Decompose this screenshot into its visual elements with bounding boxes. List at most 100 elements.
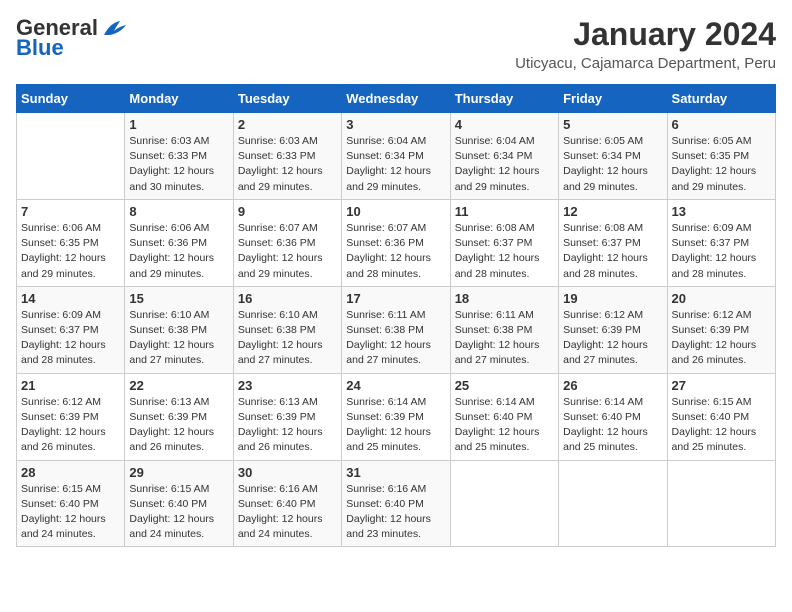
day-info: Sunrise: 6:04 AM Sunset: 6:34 PM Dayligh… [346, 134, 445, 195]
calendar-cell: 12 Sunrise: 6:08 AM Sunset: 6:37 PM Dayli… [559, 199, 667, 286]
logo: General Blue [16, 16, 128, 60]
calendar-cell: 9 Sunrise: 6:07 AM Sunset: 6:36 PM Daylig… [233, 199, 341, 286]
calendar-cell: 25Sunrise: 6:14 AM Sunset: 6:40 PM Dayli… [450, 373, 558, 460]
day-info: Sunrise: 6:12 AM Sunset: 6:39 PM Dayligh… [21, 395, 120, 456]
calendar-cell: 19 Sunrise: 6:12 AM Sunset: 6:39 PM Dayli… [559, 286, 667, 373]
day-number: 3 [346, 117, 445, 132]
day-info: Sunrise: 6:10 AM Sunset: 6:38 PM Dayligh… [129, 308, 228, 369]
day-info: Sunrise: 6:04 AM Sunset: 6:34 PM Dayligh… [455, 134, 554, 195]
day-info: Sunrise: 6:15 AM Sunset: 6:40 PM Dayligh… [21, 482, 120, 543]
week-row-1: 1 Sunrise: 6:03 AM Sunset: 6:33 PM Daylig… [17, 113, 776, 200]
day-info: Sunrise: 6:06 AM Sunset: 6:35 PM Dayligh… [21, 221, 120, 282]
day-info: Sunrise: 6:06 AM Sunset: 6:36 PM Dayligh… [129, 221, 228, 282]
subtitle: Uticyacu, Cajamarca Department, Peru [515, 55, 776, 72]
title-area: January 2024 Uticyacu, Cajamarca Departm… [515, 16, 776, 72]
calendar-header-row: SundayMondayTuesdayWednesdayThursdayFrid… [17, 85, 776, 113]
day-info: Sunrise: 6:14 AM Sunset: 6:39 PM Dayligh… [346, 395, 445, 456]
calendar-cell: 30 Sunrise: 6:16 AM Sunset: 6:40 PM Dayli… [233, 460, 341, 547]
day-number: 1 [129, 117, 228, 132]
day-info: Sunrise: 6:08 AM Sunset: 6:37 PM Dayligh… [563, 221, 662, 282]
day-number: 15 [129, 291, 228, 306]
day-number: 28 [21, 465, 120, 480]
day-info: Sunrise: 6:13 AM Sunset: 6:39 PM Dayligh… [238, 395, 337, 456]
logo-blue: Blue [16, 36, 64, 60]
calendar-cell: 29Sunrise: 6:15 AM Sunset: 6:40 PM Dayli… [125, 460, 233, 547]
day-number: 17 [346, 291, 445, 306]
week-row-4: 21 Sunrise: 6:12 AM Sunset: 6:39 PM Dayli… [17, 373, 776, 460]
calendar-cell: 24 Sunrise: 6:14 AM Sunset: 6:39 PM Dayli… [342, 373, 450, 460]
day-info: Sunrise: 6:07 AM Sunset: 6:36 PM Dayligh… [346, 221, 445, 282]
logo-bird-icon [100, 17, 128, 39]
day-number: 30 [238, 465, 337, 480]
day-number: 6 [672, 117, 771, 132]
day-number: 24 [346, 378, 445, 393]
day-number: 16 [238, 291, 337, 306]
calendar-cell: 17 Sunrise: 6:11 AM Sunset: 6:38 PM Dayli… [342, 286, 450, 373]
day-number: 5 [563, 117, 662, 132]
day-info: Sunrise: 6:09 AM Sunset: 6:37 PM Dayligh… [672, 221, 771, 282]
day-number: 27 [672, 378, 771, 393]
day-info: Sunrise: 6:09 AM Sunset: 6:37 PM Dayligh… [21, 308, 120, 369]
day-info: Sunrise: 6:11 AM Sunset: 6:38 PM Dayligh… [346, 308, 445, 369]
day-info: Sunrise: 6:16 AM Sunset: 6:40 PM Dayligh… [238, 482, 337, 543]
day-number: 29 [129, 465, 228, 480]
column-header-sunday: Sunday [17, 85, 125, 113]
calendar-cell: 22Sunrise: 6:13 AM Sunset: 6:39 PM Dayli… [125, 373, 233, 460]
column-header-monday: Monday [125, 85, 233, 113]
day-number: 20 [672, 291, 771, 306]
calendar-cell: 2 Sunrise: 6:03 AM Sunset: 6:33 PM Daylig… [233, 113, 341, 200]
calendar-cell: 21 Sunrise: 6:12 AM Sunset: 6:39 PM Dayli… [17, 373, 125, 460]
header: General Blue January 2024 Uticyacu, Caja… [16, 16, 776, 72]
day-number: 31 [346, 465, 445, 480]
day-info: Sunrise: 6:05 AM Sunset: 6:35 PM Dayligh… [672, 134, 771, 195]
day-info: Sunrise: 6:14 AM Sunset: 6:40 PM Dayligh… [563, 395, 662, 456]
day-number: 21 [21, 378, 120, 393]
day-info: Sunrise: 6:11 AM Sunset: 6:38 PM Dayligh… [455, 308, 554, 369]
column-header-wednesday: Wednesday [342, 85, 450, 113]
calendar-cell: 6 Sunrise: 6:05 AM Sunset: 6:35 PM Daylig… [667, 113, 775, 200]
day-number: 11 [455, 204, 554, 219]
calendar-cell: 10 Sunrise: 6:07 AM Sunset: 6:36 PM Dayli… [342, 199, 450, 286]
day-number: 9 [238, 204, 337, 219]
day-info: Sunrise: 6:03 AM Sunset: 6:33 PM Dayligh… [238, 134, 337, 195]
calendar-cell: 20 Sunrise: 6:12 AM Sunset: 6:39 PM Dayli… [667, 286, 775, 373]
day-number: 23 [238, 378, 337, 393]
day-number: 12 [563, 204, 662, 219]
calendar-cell [559, 460, 667, 547]
day-info: Sunrise: 6:05 AM Sunset: 6:34 PM Dayligh… [563, 134, 662, 195]
calendar-cell: 28 Sunrise: 6:15 AM Sunset: 6:40 PM Dayli… [17, 460, 125, 547]
day-number: 2 [238, 117, 337, 132]
day-number: 7 [21, 204, 120, 219]
week-row-3: 14Sunrise: 6:09 AM Sunset: 6:37 PM Dayli… [17, 286, 776, 373]
day-info: Sunrise: 6:13 AM Sunset: 6:39 PM Dayligh… [129, 395, 228, 456]
calendar-cell: 1Sunrise: 6:03 AM Sunset: 6:33 PM Daylig… [125, 113, 233, 200]
calendar-cell: 23 Sunrise: 6:13 AM Sunset: 6:39 PM Dayli… [233, 373, 341, 460]
day-info: Sunrise: 6:12 AM Sunset: 6:39 PM Dayligh… [672, 308, 771, 369]
day-number: 19 [563, 291, 662, 306]
day-number: 4 [455, 117, 554, 132]
day-number: 13 [672, 204, 771, 219]
day-info: Sunrise: 6:10 AM Sunset: 6:38 PM Dayligh… [238, 308, 337, 369]
calendar-cell [17, 113, 125, 200]
week-row-5: 28 Sunrise: 6:15 AM Sunset: 6:40 PM Dayli… [17, 460, 776, 547]
day-number: 26 [563, 378, 662, 393]
calendar-cell: 18Sunrise: 6:11 AM Sunset: 6:38 PM Dayli… [450, 286, 558, 373]
day-number: 10 [346, 204, 445, 219]
calendar-cell: 26 Sunrise: 6:14 AM Sunset: 6:40 PM Dayli… [559, 373, 667, 460]
calendar-cell: 5 Sunrise: 6:05 AM Sunset: 6:34 PM Daylig… [559, 113, 667, 200]
column-header-thursday: Thursday [450, 85, 558, 113]
calendar-cell: 3 Sunrise: 6:04 AM Sunset: 6:34 PM Daylig… [342, 113, 450, 200]
column-header-tuesday: Tuesday [233, 85, 341, 113]
day-info: Sunrise: 6:15 AM Sunset: 6:40 PM Dayligh… [672, 395, 771, 456]
day-number: 8 [129, 204, 228, 219]
calendar-cell: 31 Sunrise: 6:16 AM Sunset: 6:40 PM Dayli… [342, 460, 450, 547]
calendar-cell: 15 Sunrise: 6:10 AM Sunset: 6:38 PM Dayli… [125, 286, 233, 373]
calendar-table: SundayMondayTuesdayWednesdayThursdayFrid… [16, 84, 776, 547]
calendar-cell [450, 460, 558, 547]
calendar-cell: 27 Sunrise: 6:15 AM Sunset: 6:40 PM Dayli… [667, 373, 775, 460]
calendar-cell: 7 Sunrise: 6:06 AM Sunset: 6:35 PM Daylig… [17, 199, 125, 286]
day-info: Sunrise: 6:12 AM Sunset: 6:39 PM Dayligh… [563, 308, 662, 369]
day-info: Sunrise: 6:16 AM Sunset: 6:40 PM Dayligh… [346, 482, 445, 543]
day-info: Sunrise: 6:07 AM Sunset: 6:36 PM Dayligh… [238, 221, 337, 282]
calendar-cell: 14Sunrise: 6:09 AM Sunset: 6:37 PM Dayli… [17, 286, 125, 373]
